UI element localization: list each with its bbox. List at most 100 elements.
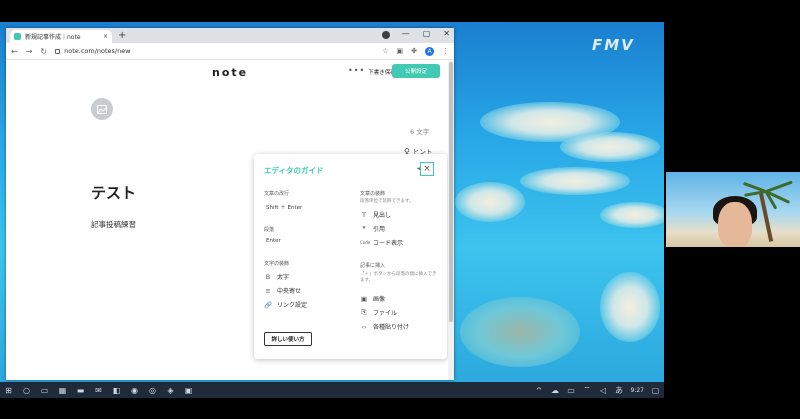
paragraph-heading: 段落 <box>264 227 275 233</box>
chevron-up-icon[interactable]: ^ <box>535 386 544 395</box>
guide-item-label: 太字 <box>277 274 290 281</box>
browser-toolbar: ← → ↻ note.com/notes/new ☆ ▣ ✤ A ⋮ <box>6 43 454 60</box>
start-icon[interactable]: ⊞ <box>4 386 13 395</box>
puzzle-icon[interactable]: ✤ <box>411 47 417 55</box>
store-icon[interactable]: ◧ <box>112 386 121 395</box>
address-text: note.com/notes/new <box>64 47 131 55</box>
notification-icon[interactable]: ▢ <box>651 386 660 395</box>
guide-item-label: リンク設定 <box>277 302 308 309</box>
kebab-menu-icon[interactable]: ⋮ <box>442 47 449 55</box>
search-icon[interactable]: ○ <box>22 386 31 395</box>
scrollbar-thumb[interactable] <box>449 62 453 322</box>
code-icon: Code <box>360 240 371 245</box>
article-title[interactable]: テスト <box>91 182 136 203</box>
cloud-icon[interactable]: ☁ <box>551 386 560 395</box>
quote-icon: ❞ <box>362 224 366 233</box>
link-icon: 🔗 <box>264 300 273 309</box>
chrome-icon[interactable]: ◉ <box>130 386 139 395</box>
webcam-video <box>666 172 800 247</box>
insert-note: 「＋」ボタンから段落の間に挿入できます。 <box>360 272 437 283</box>
reef-shape <box>560 132 660 162</box>
guide-item-label: 中央寄せ <box>277 288 302 295</box>
image-icon: ▣ <box>360 294 368 303</box>
heading-icon: T <box>362 210 366 219</box>
insert-heading: 記事に挿入 <box>360 263 386 269</box>
reef-shape <box>455 182 525 222</box>
guide-item-embed: ‹› 各種貼り付け <box>360 322 410 332</box>
ime-indicator[interactable]: あ <box>615 386 624 395</box>
guide-item-bold: B 太字 <box>264 272 290 282</box>
guide-item-label: コード表示 <box>373 240 404 247</box>
more-icon[interactable]: ••• <box>348 66 365 75</box>
tab-search-icon[interactable] <box>382 31 390 39</box>
app-icon[interactable]: ◎ <box>148 386 157 395</box>
volume-icon[interactable]: ◁ <box>599 386 608 395</box>
app-icon[interactable]: ◈ <box>166 386 175 395</box>
reload-icon[interactable]: ↻ <box>40 47 47 56</box>
guide-item-label: 画像 <box>373 296 386 303</box>
guide-item-code: Code コード表示 <box>360 238 403 247</box>
mail-icon[interactable]: ✉ <box>94 386 103 395</box>
lock-icon <box>55 48 61 54</box>
profile-avatar[interactable]: A <box>425 46 434 56</box>
linebreak-heading: 文章の改行 <box>264 191 290 197</box>
reef-shape <box>600 272 660 342</box>
minimize-button[interactable]: — <box>402 29 410 38</box>
maximize-button[interactable]: ▢ <box>423 29 431 38</box>
guide-item-quote: ❞ 引用 <box>360 224 386 234</box>
bold-icon: B <box>265 272 271 281</box>
tab-strip: 新規記事作成｜note × + — ▢ ✕ <box>6 28 454 43</box>
browser-tab[interactable]: 新規記事作成｜note × <box>10 30 112 43</box>
folder-icon[interactable]: ▬ <box>76 386 85 395</box>
guide-item-label: 見出し <box>373 212 392 219</box>
editor-guide-panel: エディタのガイド ⌖ × 文章の改行 Shift ＋ Enter 段落 Ente… <box>254 154 447 359</box>
address-bar[interactable]: note.com/notes/new <box>55 47 374 55</box>
extension-icon[interactable]: ▣ <box>397 47 404 55</box>
clock[interactable]: 9:27 <box>631 387 644 394</box>
guide-item-label: ファイル <box>373 310 398 317</box>
guide-item-link: 🔗 リンク設定 <box>264 300 308 310</box>
guide-title: エディタのガイド <box>264 166 324 175</box>
note-favicon-icon <box>14 33 21 40</box>
new-tab-button[interactable]: + <box>118 30 126 41</box>
tab-close-icon[interactable]: × <box>103 33 108 40</box>
tab-title: 新規記事作成｜note <box>25 34 81 41</box>
paragraph-key: Enter <box>266 238 281 244</box>
guide-item-heading: T 見出し <box>360 210 392 220</box>
reef-shape <box>600 202 664 228</box>
guide-item-label: 引用 <box>373 226 386 233</box>
browser-window: 新規記事作成｜note × + — ▢ ✕ ← → ↻ note.com/not… <box>6 28 454 380</box>
task-view-icon[interactable]: ▭ <box>40 386 49 395</box>
app-icon[interactable]: ▣ <box>184 386 193 395</box>
guide-item-file: ⎘ ファイル <box>360 308 397 317</box>
reef-shape <box>460 297 580 367</box>
close-window-button[interactable]: ✕ <box>443 29 450 38</box>
guide-item-label: 各種貼り付け <box>373 324 410 331</box>
char-count: 6 文字 <box>410 128 430 136</box>
align-center-icon: ≡ <box>265 286 271 295</box>
forward-icon[interactable]: → <box>26 47 33 56</box>
file-icon: ⎘ <box>361 308 367 316</box>
guide-close-button[interactable]: × <box>420 162 434 176</box>
style-heading: 文章の装飾 <box>360 191 386 197</box>
reef-shape <box>520 167 630 195</box>
note-logo[interactable]: note <box>212 66 248 79</box>
publish-settings-button[interactable]: 公開設定 <box>392 64 440 78</box>
style-note: 段落単位で装飾できます。 <box>360 199 414 204</box>
guide-item-image: ▣ 画像 <box>360 294 386 304</box>
window-controls: — ▢ ✕ <box>402 29 450 38</box>
back-icon[interactable]: ← <box>11 47 18 56</box>
article-body[interactable]: 記事投稿練習 <box>91 219 136 230</box>
fmv-logo: FMV <box>592 36 635 54</box>
taskbar: ⊞ ○ ▭ ▦ ▬ ✉ ◧ ◉ ◎ ◈ ▣ ^ ☁ ▭ ⌔ ◁ あ 9:27 ▢ <box>0 382 664 398</box>
add-image-icon[interactable] <box>91 98 113 120</box>
battery-icon[interactable]: ▭ <box>567 386 576 395</box>
embed-icon: ‹› <box>361 322 367 331</box>
app-icon[interactable]: ▦ <box>58 386 67 395</box>
note-editor-page: note ••• 下書き保存 公開設定 6 文字 ♀ ヒント テスト 記事投稿練… <box>6 60 454 380</box>
detailed-usage-button[interactable]: 詳しい使い方 <box>264 332 312 346</box>
wifi-icon[interactable]: ⌔ <box>583 385 592 395</box>
page-scrollbar[interactable] <box>448 60 454 380</box>
linebreak-keys: Shift ＋ Enter <box>266 205 303 211</box>
star-icon[interactable]: ☆ <box>382 47 388 55</box>
